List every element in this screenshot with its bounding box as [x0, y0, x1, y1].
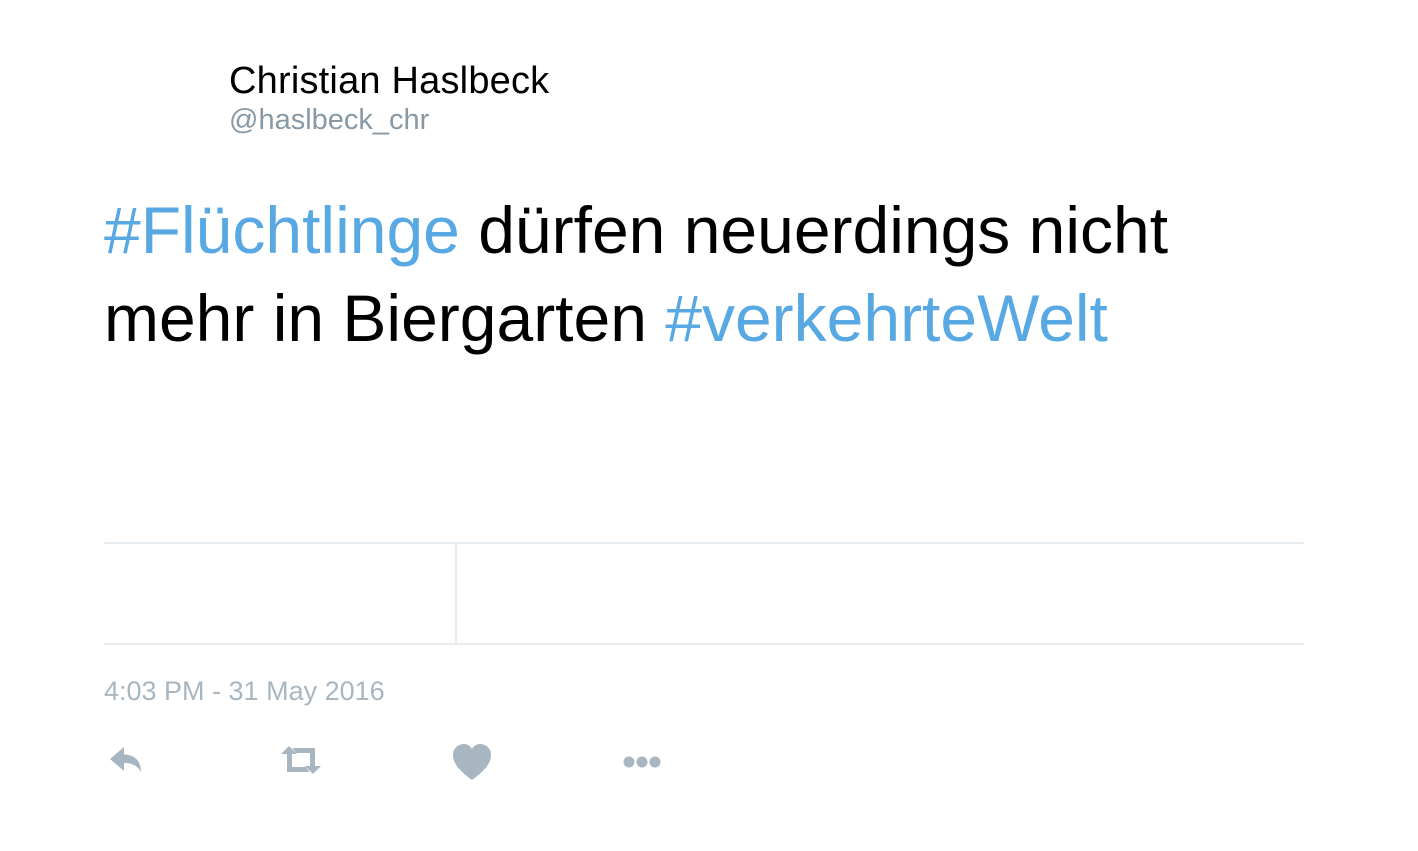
tweet-timestamp[interactable]: 4:03 PM - 31 May 2016	[104, 674, 385, 708]
stats-divider-vertical	[455, 544, 457, 643]
hashtag-link[interactable]: #Flüchtlinge	[104, 193, 460, 267]
stats-divider-bottom	[104, 643, 1304, 645]
reply-icon	[110, 747, 141, 772]
heart-icon	[453, 744, 491, 780]
author-name[interactable]: Christian Haslbeck	[229, 58, 549, 104]
retweet-icon	[281, 746, 321, 774]
retweet-button[interactable]	[276, 740, 324, 784]
tweet-text: #Flüchtlinge dürfen neuerdings nicht meh…	[104, 186, 1334, 362]
author-handle[interactable]: @haslbeck_chr	[229, 102, 549, 138]
more-button[interactable]	[618, 740, 666, 784]
more-dots-icon	[623, 756, 661, 768]
hashtag-link[interactable]: #verkehrteWelt	[665, 281, 1108, 355]
tweet-card: Christian Haslbeck @haslbeck_chr #Flücht…	[0, 0, 1418, 851]
stats-divider-top	[104, 542, 1304, 544]
tweet-author[interactable]: Christian Haslbeck @haslbeck_chr	[229, 58, 549, 138]
reply-button[interactable]	[106, 740, 154, 784]
like-button[interactable]	[449, 740, 497, 784]
